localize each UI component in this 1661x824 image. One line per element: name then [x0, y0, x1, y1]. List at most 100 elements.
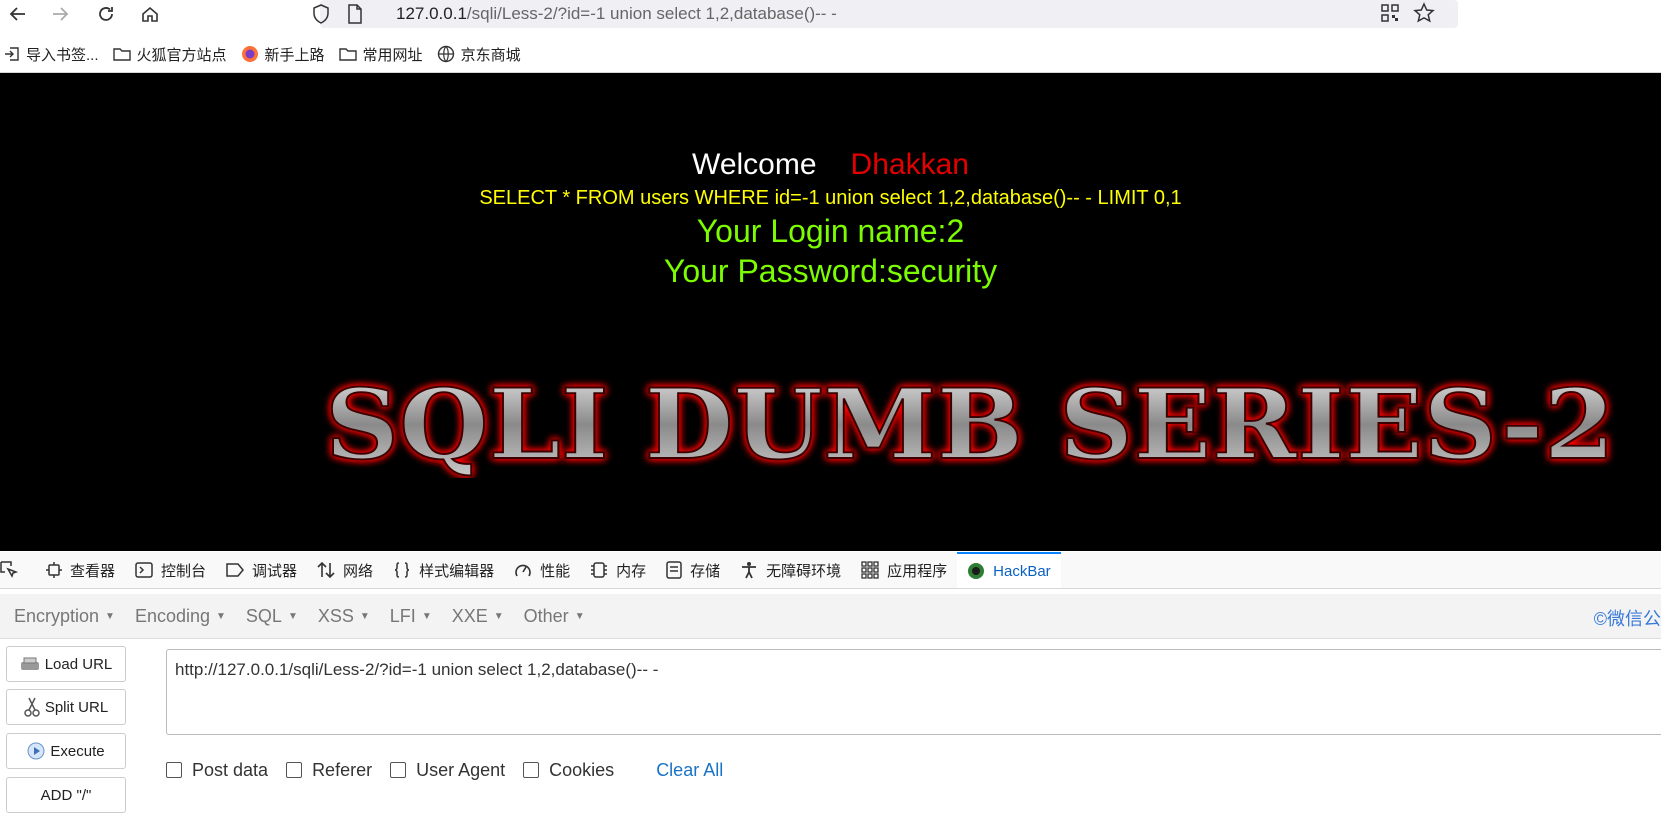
option-label: Post data: [192, 759, 269, 780]
storage-icon: [666, 561, 682, 579]
menu-encoding[interactable]: Encoding ▼: [135, 606, 226, 627]
caret-down-icon: ▼: [216, 611, 226, 623]
grid-icon: [861, 561, 879, 579]
checkbox-box[interactable]: [166, 762, 182, 778]
banner-text: SQLI DUMB SERIES-2: [325, 368, 1615, 478]
console-icon: [135, 562, 153, 578]
button-label: Execute: [50, 742, 105, 760]
tab-label: 调试器: [252, 562, 298, 580]
page-icon: [348, 4, 362, 24]
inspector-icon: [46, 562, 62, 578]
url-text: 127.0.0.1/sqli/Less-2/?id=-1 union selec…: [396, 4, 837, 24]
globe-icon: [437, 45, 454, 63]
menu-lfi[interactable]: LFI ▼: [390, 606, 432, 627]
scissors-icon: [24, 697, 40, 717]
tab-network[interactable]: 网络: [307, 552, 383, 588]
tab-style-editor[interactable]: 样式编辑器: [383, 552, 504, 588]
pick-element-button[interactable]: [0, 552, 36, 588]
tab-hackbar[interactable]: HackBar: [957, 552, 1061, 588]
menu-encryption[interactable]: Encryption ▼: [14, 606, 115, 627]
bookmark-star-icon[interactable]: [1413, 2, 1435, 24]
menu-other[interactable]: Other ▼: [524, 606, 585, 627]
import-icon: [5, 47, 19, 61]
bookmark-import[interactable]: 导入书签...: [4, 44, 99, 65]
forward-button[interactable]: [46, 2, 74, 26]
execute-button[interactable]: Execute: [6, 733, 126, 769]
reload-icon: [99, 7, 113, 21]
network-icon: [317, 561, 335, 579]
add-slash-button[interactable]: ADD "/": [6, 777, 126, 813]
address-bar[interactable]: 127.0.0.1/sqli/Less-2/?id=-1 union selec…: [313, 0, 1458, 28]
bookmark-firefox-official[interactable]: 火狐官方站点: [112, 44, 227, 65]
caret-down-icon: ▼: [493, 611, 504, 623]
user-name: Dhakkan: [850, 148, 969, 181]
menu-label: SQL: [245, 605, 282, 626]
checkbox-box[interactable]: [390, 762, 407, 778]
firefox-icon: [241, 46, 258, 62]
button-label: Split URL: [44, 698, 109, 716]
tab-inspector[interactable]: 查看器: [36, 552, 125, 588]
option-label: Cookies: [549, 759, 615, 780]
tab-performance[interactable]: 性能: [504, 552, 580, 588]
shield-icon: [313, 4, 329, 24]
tab-label: 无障碍环境: [766, 562, 842, 580]
tab-application[interactable]: 应用程序: [851, 552, 957, 588]
copyright-text: ©微信公: [1593, 609, 1661, 629]
referer-checkbox[interactable]: Referer: [286, 760, 372, 781]
memory-chip-icon: [591, 562, 608, 578]
bookmark-getting-started[interactable]: 新手上路: [241, 44, 325, 65]
reload-button[interactable]: [92, 2, 120, 26]
bookmark-common-sites[interactable]: 常用网址: [338, 44, 423, 65]
hackbar-url-input[interactable]: http://127.0.0.1/sqli/Less-2/?id=-1 unio…: [166, 649, 1661, 735]
menu-sql[interactable]: SQL ▼: [246, 606, 298, 627]
braces-icon: [394, 562, 410, 578]
bookmark-label: 新手上路: [264, 46, 325, 64]
post-data-checkbox[interactable]: Post data: [166, 760, 268, 781]
menu-label: XXE: [451, 605, 488, 626]
caret-down-icon: ▼: [105, 611, 115, 623]
welcome-text: Welcome: [692, 148, 817, 181]
split-url-button[interactable]: Split URL: [6, 689, 126, 725]
menu-label: Other: [523, 605, 569, 626]
option-label: Referer: [312, 759, 373, 780]
option-label: User Agent: [416, 759, 506, 780]
bookmarks-toolbar: 导入书签... 火狐官方站点 新手上路 常用网址 京东商城: [0, 40, 1661, 68]
devtools-tabbar: 查看器 控制台 调试器 网络 样式编辑器 性能 内存 存储 无障碍环境 应用程序…: [0, 552, 1661, 589]
menu-xss[interactable]: XSS ▼: [318, 606, 370, 627]
tab-label: 内存: [616, 562, 647, 580]
load-icon: [20, 657, 39, 670]
caret-down-icon: ▼: [574, 611, 585, 623]
home-button[interactable]: [136, 2, 164, 26]
tab-storage[interactable]: 存储: [656, 552, 730, 588]
menu-xxe[interactable]: XXE ▼: [452, 606, 504, 627]
folder-icon: [112, 48, 131, 61]
qr-code-icon[interactable]: [1380, 3, 1400, 23]
caret-down-icon: ▼: [359, 611, 370, 623]
play-icon: [27, 742, 45, 760]
load-url-button[interactable]: Load URL: [6, 646, 126, 682]
gauge-icon: [515, 564, 531, 577]
hackbar-icon: [968, 563, 985, 579]
bookmark-label: 火狐官方站点: [136, 46, 227, 64]
tab-debugger[interactable]: 调试器: [216, 552, 307, 588]
tab-accessibility[interactable]: 无障碍环境: [730, 552, 851, 588]
hackbar-menu: Encryption ▼ Encoding ▼ SQL ▼ XSS ▼ LFI ▼ XXE…: [0, 594, 1661, 639]
bookmark-label: 京东商城: [460, 46, 521, 64]
checkbox-box[interactable]: [523, 762, 540, 778]
menu-label: Encryption: [14, 605, 100, 626]
back-button[interactable]: [4, 2, 32, 26]
menu-label: XSS: [317, 605, 354, 626]
bookmark-jd[interactable]: 京东商城: [437, 44, 521, 65]
button-label: Load URL: [44, 655, 113, 673]
tab-console[interactable]: 控制台: [125, 552, 216, 588]
tab-label: 性能: [540, 562, 571, 580]
tab-label: HackBar: [993, 562, 1051, 580]
cookies-checkbox[interactable]: Cookies: [523, 760, 614, 781]
tab-label: 控制台: [161, 562, 207, 580]
clear-all-link[interactable]: Clear All: [656, 760, 723, 781]
home-icon: [142, 6, 158, 22]
user-agent-checkbox[interactable]: User Agent: [390, 760, 505, 781]
checkbox-box[interactable]: [286, 762, 303, 778]
tab-label: 应用程序: [887, 562, 948, 580]
tab-memory[interactable]: 内存: [580, 552, 656, 588]
